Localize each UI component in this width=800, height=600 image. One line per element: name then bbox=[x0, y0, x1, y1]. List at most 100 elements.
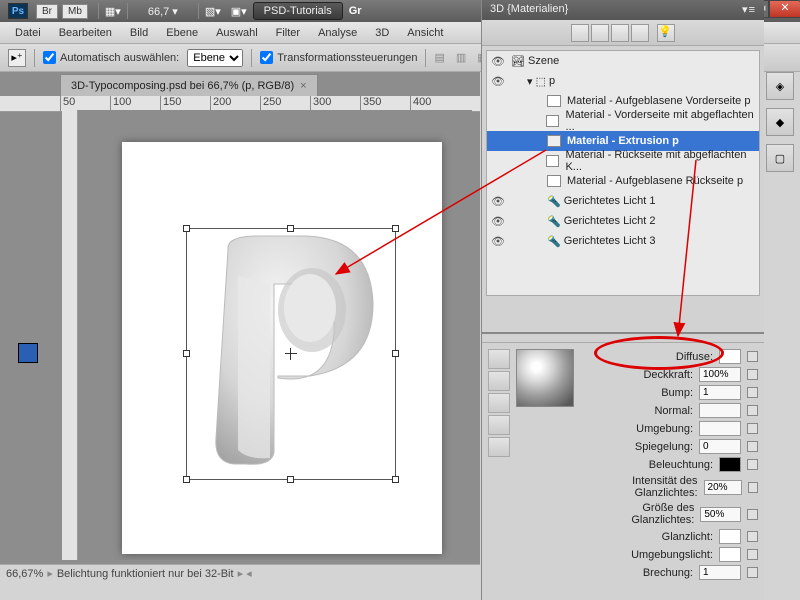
screen-mode-icon[interactable]: ▣▾ bbox=[231, 5, 247, 18]
texture-menu-icon[interactable] bbox=[747, 549, 758, 560]
workspace-selector[interactable]: PSD-Tutorials bbox=[253, 2, 343, 20]
auto-select-checkbox[interactable]: Automatisch auswählen: bbox=[43, 51, 179, 64]
texture-menu-icon[interactable] bbox=[747, 509, 758, 520]
tree-row-material[interactable]: Material - Rückseite mit abgeflachten K.… bbox=[487, 151, 759, 171]
menu-select[interactable]: Auswahl bbox=[207, 27, 267, 39]
move-tool-indicator[interactable]: ▸⁺ bbox=[8, 49, 26, 67]
tree-row-object[interactable]: 👁▾ ⬚ p bbox=[487, 71, 759, 91]
minibridge-button[interactable]: Mb bbox=[62, 4, 88, 19]
texture-menu-icon[interactable] bbox=[747, 423, 758, 434]
texture-menu-icon[interactable] bbox=[747, 405, 758, 416]
tree-row-material-selected[interactable]: Material - Extrusion p bbox=[487, 131, 759, 151]
field-label: Umgebung: bbox=[636, 423, 693, 435]
field-value[interactable]: 20% bbox=[704, 480, 742, 495]
color-swatch[interactable] bbox=[719, 349, 741, 364]
arrange-docs-icon[interactable]: ▧▾ bbox=[205, 5, 221, 18]
3d-roll-icon[interactable] bbox=[488, 371, 510, 391]
menu-image[interactable]: Bild bbox=[121, 27, 157, 39]
color-swatch[interactable] bbox=[719, 457, 741, 472]
transform-controls-checkbox[interactable]: Transformationssteuerungen bbox=[260, 51, 417, 64]
handle-top-right[interactable] bbox=[392, 225, 399, 232]
3d-rotate-icon[interactable] bbox=[488, 349, 510, 369]
texture-menu-icon[interactable] bbox=[747, 567, 758, 578]
separator bbox=[198, 3, 199, 19]
color-swatch[interactable] bbox=[719, 529, 741, 544]
view-mode-icon[interactable]: ▦▾ bbox=[105, 5, 121, 18]
handle-bot-left[interactable] bbox=[183, 476, 190, 483]
panel-mid-separator bbox=[482, 332, 764, 343]
texture-menu-icon[interactable] bbox=[747, 531, 758, 542]
field-value[interactable]: 50% bbox=[700, 507, 741, 522]
filter-scene-icon[interactable] bbox=[571, 24, 589, 42]
3d-scale-icon[interactable] bbox=[488, 437, 510, 457]
panel-title-bar[interactable]: 3D {Materialien} ▾≡ bbox=[482, 0, 764, 20]
handle-mid-right[interactable] bbox=[392, 350, 399, 357]
handle-bot-mid[interactable] bbox=[287, 476, 294, 483]
eye-icon[interactable]: 👁 bbox=[491, 195, 507, 208]
panel-menu-icon[interactable]: ▾≡ bbox=[742, 3, 756, 17]
handle-mid-left[interactable] bbox=[183, 350, 190, 357]
menu-analysis[interactable]: Analyse bbox=[309, 27, 366, 39]
menu-view[interactable]: Ansicht bbox=[398, 27, 452, 39]
field-value[interactable]: 0 bbox=[699, 439, 741, 454]
window-close-button[interactable]: ✕ bbox=[769, 0, 800, 18]
eye-icon[interactable]: 👁 bbox=[491, 235, 507, 248]
document-tab[interactable]: 3D-Typocomposing.psd bei 66,7% (p, RGB/8… bbox=[60, 74, 318, 96]
paths-panel-icon[interactable]: ▢ bbox=[766, 144, 794, 172]
foreground-swatch[interactable] bbox=[18, 343, 38, 363]
auto-select-target[interactable]: Ebene bbox=[187, 49, 243, 67]
field-value[interactable]: 1 bbox=[699, 565, 741, 580]
lightbulb-icon[interactable]: 💡 bbox=[657, 24, 675, 42]
material-preview-sphere[interactable] bbox=[516, 349, 574, 407]
texture-menu-icon[interactable] bbox=[747, 351, 758, 362]
eye-icon[interactable]: 👁 bbox=[491, 75, 507, 88]
tree-row-light[interactable]: 👁🔦 Gerichtetes Licht 2 bbox=[487, 211, 759, 231]
menu-file[interactable]: Datei bbox=[6, 27, 50, 39]
field-value[interactable]: 100% bbox=[699, 367, 741, 382]
transform-bounding-box[interactable] bbox=[186, 228, 396, 480]
field-value[interactable]: 1 bbox=[699, 385, 741, 400]
menu-filter[interactable]: Filter bbox=[267, 27, 309, 39]
tree-row-material[interactable]: Material - Vorderseite mit abgeflachten … bbox=[487, 111, 759, 131]
handle-top-left[interactable] bbox=[183, 225, 190, 232]
eye-icon[interactable]: 👁 bbox=[491, 215, 507, 228]
3d-slide-icon[interactable] bbox=[488, 415, 510, 435]
color-swatch[interactable] bbox=[719, 547, 741, 562]
tree-row-material[interactable]: Material - Aufgeblasene Rückseite p bbox=[487, 171, 759, 191]
canvas[interactable] bbox=[62, 110, 472, 560]
field-label: Intensität des Glanzlichtes: bbox=[580, 475, 698, 499]
field-value[interactable] bbox=[699, 421, 741, 436]
tree-row-light[interactable]: 👁🔦 Gerichtetes Licht 3 bbox=[487, 231, 759, 251]
texture-menu-icon[interactable] bbox=[747, 369, 758, 380]
layers-panel-icon[interactable]: ◈ bbox=[766, 72, 794, 100]
field-label: Brechung: bbox=[643, 567, 693, 579]
transform-center-icon[interactable] bbox=[285, 348, 297, 360]
filter-meshes-icon[interactable] bbox=[591, 24, 609, 42]
tree-row-light[interactable]: 👁🔦 Gerichtetes Licht 1 bbox=[487, 191, 759, 211]
channels-panel-icon[interactable]: ◆ bbox=[766, 108, 794, 136]
handle-top-mid[interactable] bbox=[287, 225, 294, 232]
material-row: Normal: bbox=[580, 403, 758, 418]
3d-pan-icon[interactable] bbox=[488, 393, 510, 413]
close-tab-icon[interactable]: × bbox=[300, 80, 306, 92]
filter-materials-icon[interactable] bbox=[611, 24, 629, 42]
scene-tree[interactable]: 👁🏞 Szene 👁▾ ⬚ p Material - Aufgeblasene … bbox=[486, 50, 760, 296]
texture-menu-icon[interactable] bbox=[748, 482, 758, 493]
handle-bot-right[interactable] bbox=[392, 476, 399, 483]
bridge-button[interactable]: Br bbox=[36, 4, 58, 19]
filter-lights-icon[interactable] bbox=[631, 24, 649, 42]
separator bbox=[425, 49, 426, 67]
menu-layer[interactable]: Ebene bbox=[157, 27, 207, 39]
texture-menu-icon[interactable] bbox=[747, 387, 758, 398]
zoom-level[interactable]: 66,7 ▾ bbox=[148, 5, 178, 18]
tree-row-scene[interactable]: 👁🏞 Szene bbox=[487, 51, 759, 71]
status-zoom[interactable]: 66,67% bbox=[6, 568, 43, 580]
workspace-label: Gr bbox=[349, 5, 362, 17]
texture-menu-icon[interactable] bbox=[747, 459, 758, 470]
field-value[interactable] bbox=[699, 403, 741, 418]
eye-icon[interactable]: 👁 bbox=[491, 55, 507, 68]
menu-edit[interactable]: Bearbeiten bbox=[50, 27, 121, 39]
texture-menu-icon[interactable] bbox=[747, 441, 758, 452]
tree-row-material[interactable]: Material - Aufgeblasene Vorderseite p bbox=[487, 91, 759, 111]
menu-3d[interactable]: 3D bbox=[366, 27, 398, 39]
